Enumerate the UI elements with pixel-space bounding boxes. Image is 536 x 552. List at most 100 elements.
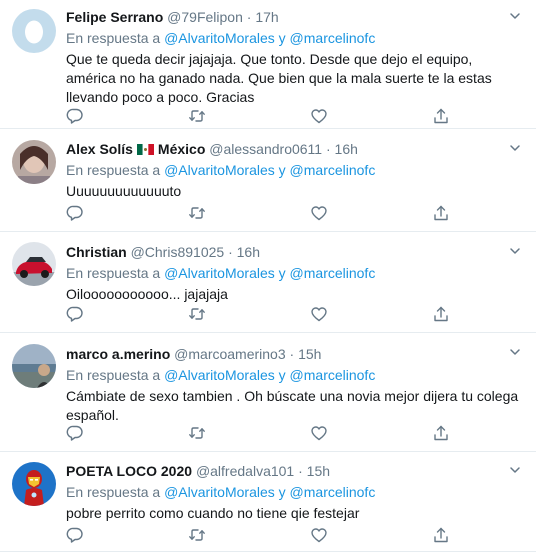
avatar[interactable] [12, 9, 56, 53]
user-name[interactable]: marco a.merino [66, 346, 170, 362]
user-handle[interactable]: @alessandro0611 [209, 141, 322, 157]
reply-button[interactable] [66, 424, 84, 442]
retweet-button[interactable] [188, 526, 206, 544]
user-name[interactable]: Felipe Serrano [66, 9, 163, 25]
reply-and: y [278, 367, 286, 383]
reply-user-link[interactable]: @marcelinofc [290, 367, 376, 383]
reply-context: En respuesta a @AlvaritoMorales y @marce… [66, 483, 522, 502]
avatar[interactable] [12, 344, 56, 388]
tweet-text: Oilooooooooooo... jajajaja [66, 286, 228, 302]
retweet-button[interactable] [188, 305, 206, 323]
tweet[interactable]: marco a.merino @marcoamerino3 · 15h En r… [0, 333, 536, 452]
tweet[interactable]: Christian @Chris891025 · 16h En respuest… [0, 232, 536, 333]
tweet-actions [66, 204, 456, 222]
user-name[interactable]: POETA LOCO 2020 [66, 463, 192, 479]
reply-button[interactable] [66, 204, 84, 222]
reply-icon [66, 306, 83, 322]
reply-user-link[interactable]: @AlvaritoMorales [164, 162, 275, 178]
reply-button[interactable] [66, 107, 84, 125]
retweet-icon [189, 207, 205, 219]
like-button[interactable] [310, 424, 328, 442]
retweet-button[interactable] [188, 107, 206, 125]
like-icon [311, 426, 327, 441]
reply-user-link[interactable]: @marcelinofc [290, 30, 376, 46]
user-handle[interactable]: @alfredalva101 [196, 463, 294, 479]
avatar[interactable] [12, 462, 56, 506]
retweet-button[interactable] [188, 424, 206, 442]
reply-and: y [278, 484, 286, 500]
timestamp[interactable]: 17h [255, 9, 278, 25]
reply-prefix: En respuesta a [66, 30, 161, 46]
tweet[interactable]: POETA LOCO 2020 @alfredalva101 · 15h En … [0, 452, 536, 552]
reply-user-link[interactable]: @AlvaritoMorales [164, 484, 275, 500]
tweet-text: Uuuuuuuuuuuuuto [66, 183, 182, 199]
user-handle[interactable]: @79Felipon [167, 9, 243, 25]
tweet-text: Que te queda decir jajajaja. Que tonto. … [66, 51, 492, 105]
reply-button[interactable] [66, 305, 84, 323]
caret-down-icon[interactable] [508, 345, 522, 359]
share-button[interactable] [432, 424, 450, 442]
like-icon [311, 528, 327, 543]
caret-down-icon[interactable] [508, 9, 522, 23]
user-name[interactable]: Christian [66, 244, 127, 260]
reply-user-link[interactable]: @AlvaritoMorales [164, 367, 275, 383]
reply-prefix: En respuesta a [66, 484, 161, 500]
reply-icon [66, 205, 83, 221]
photo-avatar-icon [12, 140, 56, 184]
retweet-icon [189, 529, 205, 541]
reply-user-link[interactable]: @marcelinofc [290, 265, 376, 281]
reply-user-link[interactable]: @marcelinofc [290, 162, 376, 178]
share-button[interactable] [432, 204, 450, 222]
separator-dot: · [298, 463, 303, 479]
reply-context: En respuesta a @AlvaritoMorales y @marce… [66, 161, 522, 180]
retweet-button[interactable] [188, 204, 206, 222]
tweet-header: Felipe Serrano @79Felipon · 17h [66, 8, 522, 27]
timestamp[interactable]: 16h [335, 141, 358, 157]
like-icon [311, 206, 327, 221]
reply-user-link[interactable]: @AlvaritoMorales [164, 265, 275, 281]
caret-down-icon[interactable] [508, 463, 522, 477]
tweet[interactable]: Alex Solís México @alessandro0611 · 16h E… [0, 129, 536, 232]
like-button[interactable] [310, 107, 328, 125]
avatar[interactable] [12, 242, 56, 286]
like-button[interactable] [310, 204, 328, 222]
tweet-header: POETA LOCO 2020 @alfredalva101 · 15h [66, 462, 522, 481]
user-handle[interactable]: @marcoamerino3 [174, 346, 285, 362]
like-button[interactable] [310, 526, 328, 544]
separator-dot: · [246, 9, 252, 25]
caret-down-icon[interactable] [508, 141, 522, 155]
like-icon [311, 307, 327, 322]
tweet-actions [66, 526, 456, 544]
retweet-icon [189, 110, 205, 122]
tweet[interactable]: Felipe Serrano @79Felipon · 17h En respu… [0, 0, 536, 129]
share-icon [434, 205, 448, 221]
tweet-header: Christian @Chris891025 · 16h [66, 243, 522, 262]
reply-prefix: En respuesta a [66, 265, 161, 281]
tweet-actions [66, 107, 456, 125]
share-button[interactable] [432, 526, 450, 544]
tweet-text: Cámbiate de sexo tambien . Oh búscate un… [66, 388, 519, 423]
reply-user-link[interactable]: @marcelinofc [290, 484, 376, 500]
user-handle[interactable]: @Chris891025 [131, 244, 225, 260]
avatar[interactable] [12, 140, 56, 184]
reply-user-link[interactable]: @AlvaritoMorales [164, 30, 275, 46]
reply-button[interactable] [66, 526, 84, 544]
share-button[interactable] [432, 305, 450, 323]
user-name[interactable]: Alex Solís [66, 141, 133, 157]
share-button[interactable] [432, 107, 450, 125]
like-button[interactable] [310, 305, 328, 323]
ironman-avatar-icon [12, 462, 56, 506]
like-icon [311, 109, 327, 124]
tweet-header: marco a.merino @marcoamerino3 · 15h [66, 345, 522, 364]
timestamp[interactable]: 15h [307, 463, 330, 479]
user-country: México [157, 141, 206, 157]
tweet-header: Alex Solís México @alessandro0611 · 16h [66, 140, 522, 159]
reply-context: En respuesta a @AlvaritoMorales y @marce… [66, 264, 522, 283]
reply-prefix: En respuesta a [66, 162, 161, 178]
retweet-icon [189, 427, 205, 439]
reply-and: y [278, 162, 286, 178]
timestamp[interactable]: 15h [298, 346, 321, 362]
timestamp[interactable]: 16h [237, 244, 260, 260]
caret-down-icon[interactable] [508, 244, 522, 258]
separator-dot: · [228, 244, 233, 260]
